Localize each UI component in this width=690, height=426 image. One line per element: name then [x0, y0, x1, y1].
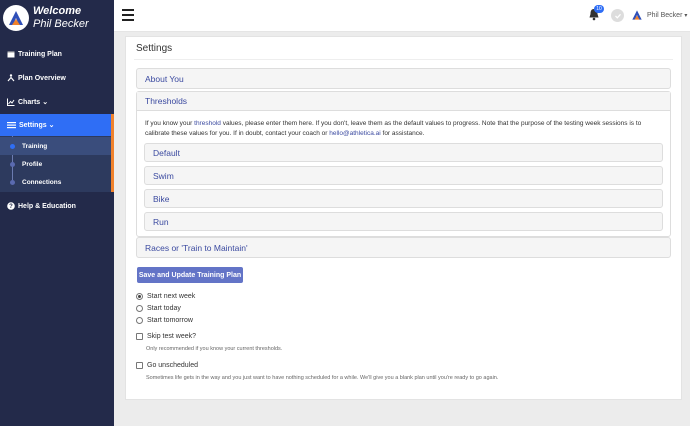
- subitem-label: Connections: [22, 178, 62, 186]
- settings-card: Settings About You Thresholds If you kno…: [125, 36, 682, 400]
- sidebar-item-label: Training Plan: [18, 50, 62, 58]
- user-menu[interactable]: Phil Becker ▾: [630, 8, 687, 22]
- bullet-dot-icon: [10, 144, 15, 149]
- accordion-default[interactable]: Default: [144, 143, 663, 162]
- bullet-dot-icon: [10, 162, 15, 167]
- sidebar-item-label: Plan Overview: [18, 74, 66, 82]
- radio-button[interactable]: [136, 317, 143, 324]
- sidebar-item-plan-overview[interactable]: Plan Overview: [0, 66, 114, 90]
- user-avatar-icon: [630, 8, 644, 22]
- page-title: Settings: [136, 43, 173, 54]
- sidebar-item-help[interactable]: ? Help & Education: [0, 194, 114, 218]
- accordion-races[interactable]: Races or 'Train to Maintain': [136, 237, 671, 258]
- radio-button[interactable]: [136, 305, 143, 312]
- radio-button[interactable]: [136, 293, 143, 300]
- subitem-label: Training: [22, 142, 48, 150]
- accordion-header-races[interactable]: Races or 'Train to Maintain': [137, 238, 670, 257]
- sidebar-item-settings[interactable]: Settings ⌄: [0, 114, 114, 136]
- sidebar-item-training-plan[interactable]: Training Plan: [0, 42, 114, 66]
- check-circle-icon[interactable]: [611, 9, 624, 22]
- sidebar-nav: Training Plan Plan Overview Charts ⌄ Set…: [0, 42, 114, 218]
- accordion-thresholds: Thresholds If you know your threshold va…: [136, 91, 671, 237]
- help-circle-icon: ?: [7, 202, 15, 210]
- checkbox-label: Skip test week?: [147, 333, 197, 340]
- accordion-bike[interactable]: Bike: [144, 189, 663, 208]
- chevron-down-icon: ⌄: [42, 99, 49, 106]
- bullet-dot-icon: [10, 180, 15, 185]
- radio-start-tomorrow[interactable]: Start tomorrow: [136, 317, 193, 324]
- accordion-header-thresholds[interactable]: Thresholds: [137, 92, 670, 111]
- settings-subnav: Training Profile Connections: [0, 136, 114, 192]
- hamburger-menu-icon[interactable]: [122, 9, 134, 21]
- sidebar-item-label: Help & Education: [18, 202, 76, 210]
- email-link[interactable]: hello@athletica.ai: [329, 130, 380, 137]
- sidebar-subitem-profile[interactable]: Profile: [0, 155, 111, 173]
- description-text: If you know your: [145, 120, 195, 127]
- welcome-block: Welcome Phil Becker: [33, 5, 89, 31]
- sidebar-item-label: Charts: [18, 98, 41, 106]
- go-unscheduled-help-text: Sometimes life gets in the way and you j…: [146, 375, 499, 381]
- radio-label: Start next week: [147, 293, 196, 300]
- checkbox-go-unscheduled[interactable]: Go unscheduled: [136, 362, 198, 369]
- radio-start-today[interactable]: Start today: [136, 305, 181, 312]
- checkbox-label: Go unscheduled: [147, 362, 198, 369]
- divider: [134, 59, 673, 60]
- chart-icon: [7, 98, 15, 106]
- top-bar: 10 Phil Becker ▾: [114, 0, 690, 32]
- chevron-down-icon: ⌄: [48, 122, 55, 129]
- accordion-header-about-you[interactable]: About You: [137, 69, 670, 88]
- sidebar: Welcome Phil Becker Training Plan Plan O…: [0, 0, 114, 426]
- checkbox[interactable]: [136, 362, 143, 369]
- threshold-link[interactable]: threshold: [194, 120, 221, 127]
- sidebar-subitem-training[interactable]: Training: [0, 137, 111, 155]
- calendar-icon: [7, 51, 15, 58]
- subitem-label: Profile: [22, 160, 43, 168]
- radio-start-next-week[interactable]: Start next week: [136, 293, 195, 300]
- svg-text:?: ?: [9, 204, 13, 210]
- welcome-text: Welcome: [33, 5, 82, 17]
- accordion-swim[interactable]: Swim: [144, 166, 663, 185]
- runner-icon: [7, 74, 15, 82]
- user-name: Phil Becker: [647, 11, 683, 19]
- skip-test-help-text: Only recommended if you know your curren…: [146, 346, 283, 352]
- thresholds-description: If you know your threshold values, pleas…: [137, 111, 670, 138]
- sidebar-item-charts[interactable]: Charts ⌄: [0, 90, 114, 114]
- sidebar-item-label: Settings: [19, 121, 47, 129]
- radio-label: Start tomorrow: [147, 317, 193, 324]
- notification-count-badge: 10: [594, 5, 604, 13]
- accordion-about-you[interactable]: About You: [136, 68, 671, 89]
- welcome-user-name: Phil Becker: [33, 18, 89, 30]
- description-text: for assistance.: [380, 129, 425, 137]
- sidebar-subitem-connections[interactable]: Connections: [0, 173, 111, 191]
- brand: Welcome Phil Becker: [0, 0, 114, 36]
- checkbox[interactable]: [136, 333, 143, 340]
- settings-list-icon: [7, 122, 16, 129]
- accordion-run[interactable]: Run: [144, 212, 663, 231]
- checkbox-skip-test-week[interactable]: Skip test week?: [136, 333, 196, 340]
- caret-down-icon: ▾: [684, 12, 688, 19]
- radio-label: Start today: [147, 305, 181, 312]
- save-update-plan-button[interactable]: Save and Update Training Plan: [137, 267, 243, 283]
- athletica-logo-icon[interactable]: [3, 5, 29, 31]
